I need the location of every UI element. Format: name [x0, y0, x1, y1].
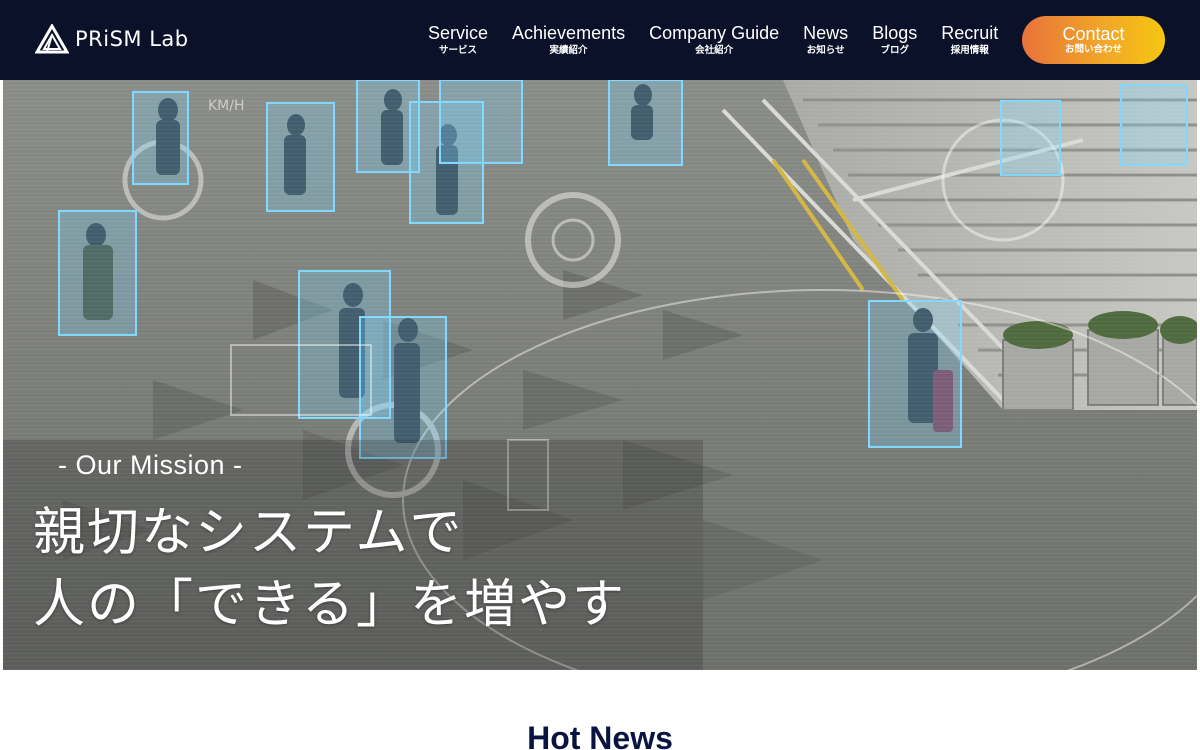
nav-label: Achievements [512, 23, 626, 43]
nav-item-recruit[interactable]: Recruit 採用情報 [929, 22, 1010, 57]
nav-sublabel: 実績紹介 [549, 45, 588, 56]
nav-item-service[interactable]: Service サービス [416, 22, 500, 57]
site-header: PRiSM Lab Service サービス Achievements 実績紹介… [0, 0, 1200, 80]
mission-headline-line-2: 人の「できる」を増やす [33, 575, 626, 635]
hot-news-title: Hot News [527, 720, 673, 750]
contact-button[interactable]: Contact お問い合わせ [1022, 16, 1165, 64]
nav-label: Service [428, 23, 489, 43]
nav-item-blogs[interactable]: Blogs ブログ [860, 22, 929, 57]
nav-sublabel: ブログ [880, 45, 909, 56]
prism-logo-icon [35, 24, 69, 54]
nav-sublabel: 会社紹介 [695, 45, 734, 56]
nav-sublabel: 採用情報 [950, 45, 989, 56]
nav-label: News [803, 23, 849, 43]
hud-speed-label: KM/H [208, 98, 245, 114]
nav-sublabel: お知らせ [806, 45, 845, 56]
logo[interactable]: PRiSM Lab [35, 24, 189, 54]
nav-label: Recruit [941, 23, 999, 43]
nav-item-news[interactable]: News お知らせ [791, 22, 860, 57]
contact-sublabel: お問い合わせ [1064, 44, 1122, 55]
hero-banner: KM/H - Our Mission - 親切なシステムで 人の「できる」を増や… [3, 80, 1197, 670]
nav-label: Blogs [872, 23, 918, 43]
mission-label: - Our Mission - [58, 450, 243, 480]
contact-label: Contact [1062, 24, 1125, 44]
nav-item-company-guide[interactable]: Company Guide 会社紹介 [637, 22, 791, 57]
nav-sublabel: サービス [439, 45, 478, 56]
logo-text: PRiSM Lab [75, 27, 189, 51]
nav-item-achievements[interactable]: Achievements 実績紹介 [500, 22, 637, 57]
nav-label: Company Guide [649, 23, 780, 43]
main-nav: Service サービス Achievements 実績紹介 Company G… [416, 22, 1010, 57]
mission-headline-line-1: 親切なシステムで [33, 503, 464, 563]
